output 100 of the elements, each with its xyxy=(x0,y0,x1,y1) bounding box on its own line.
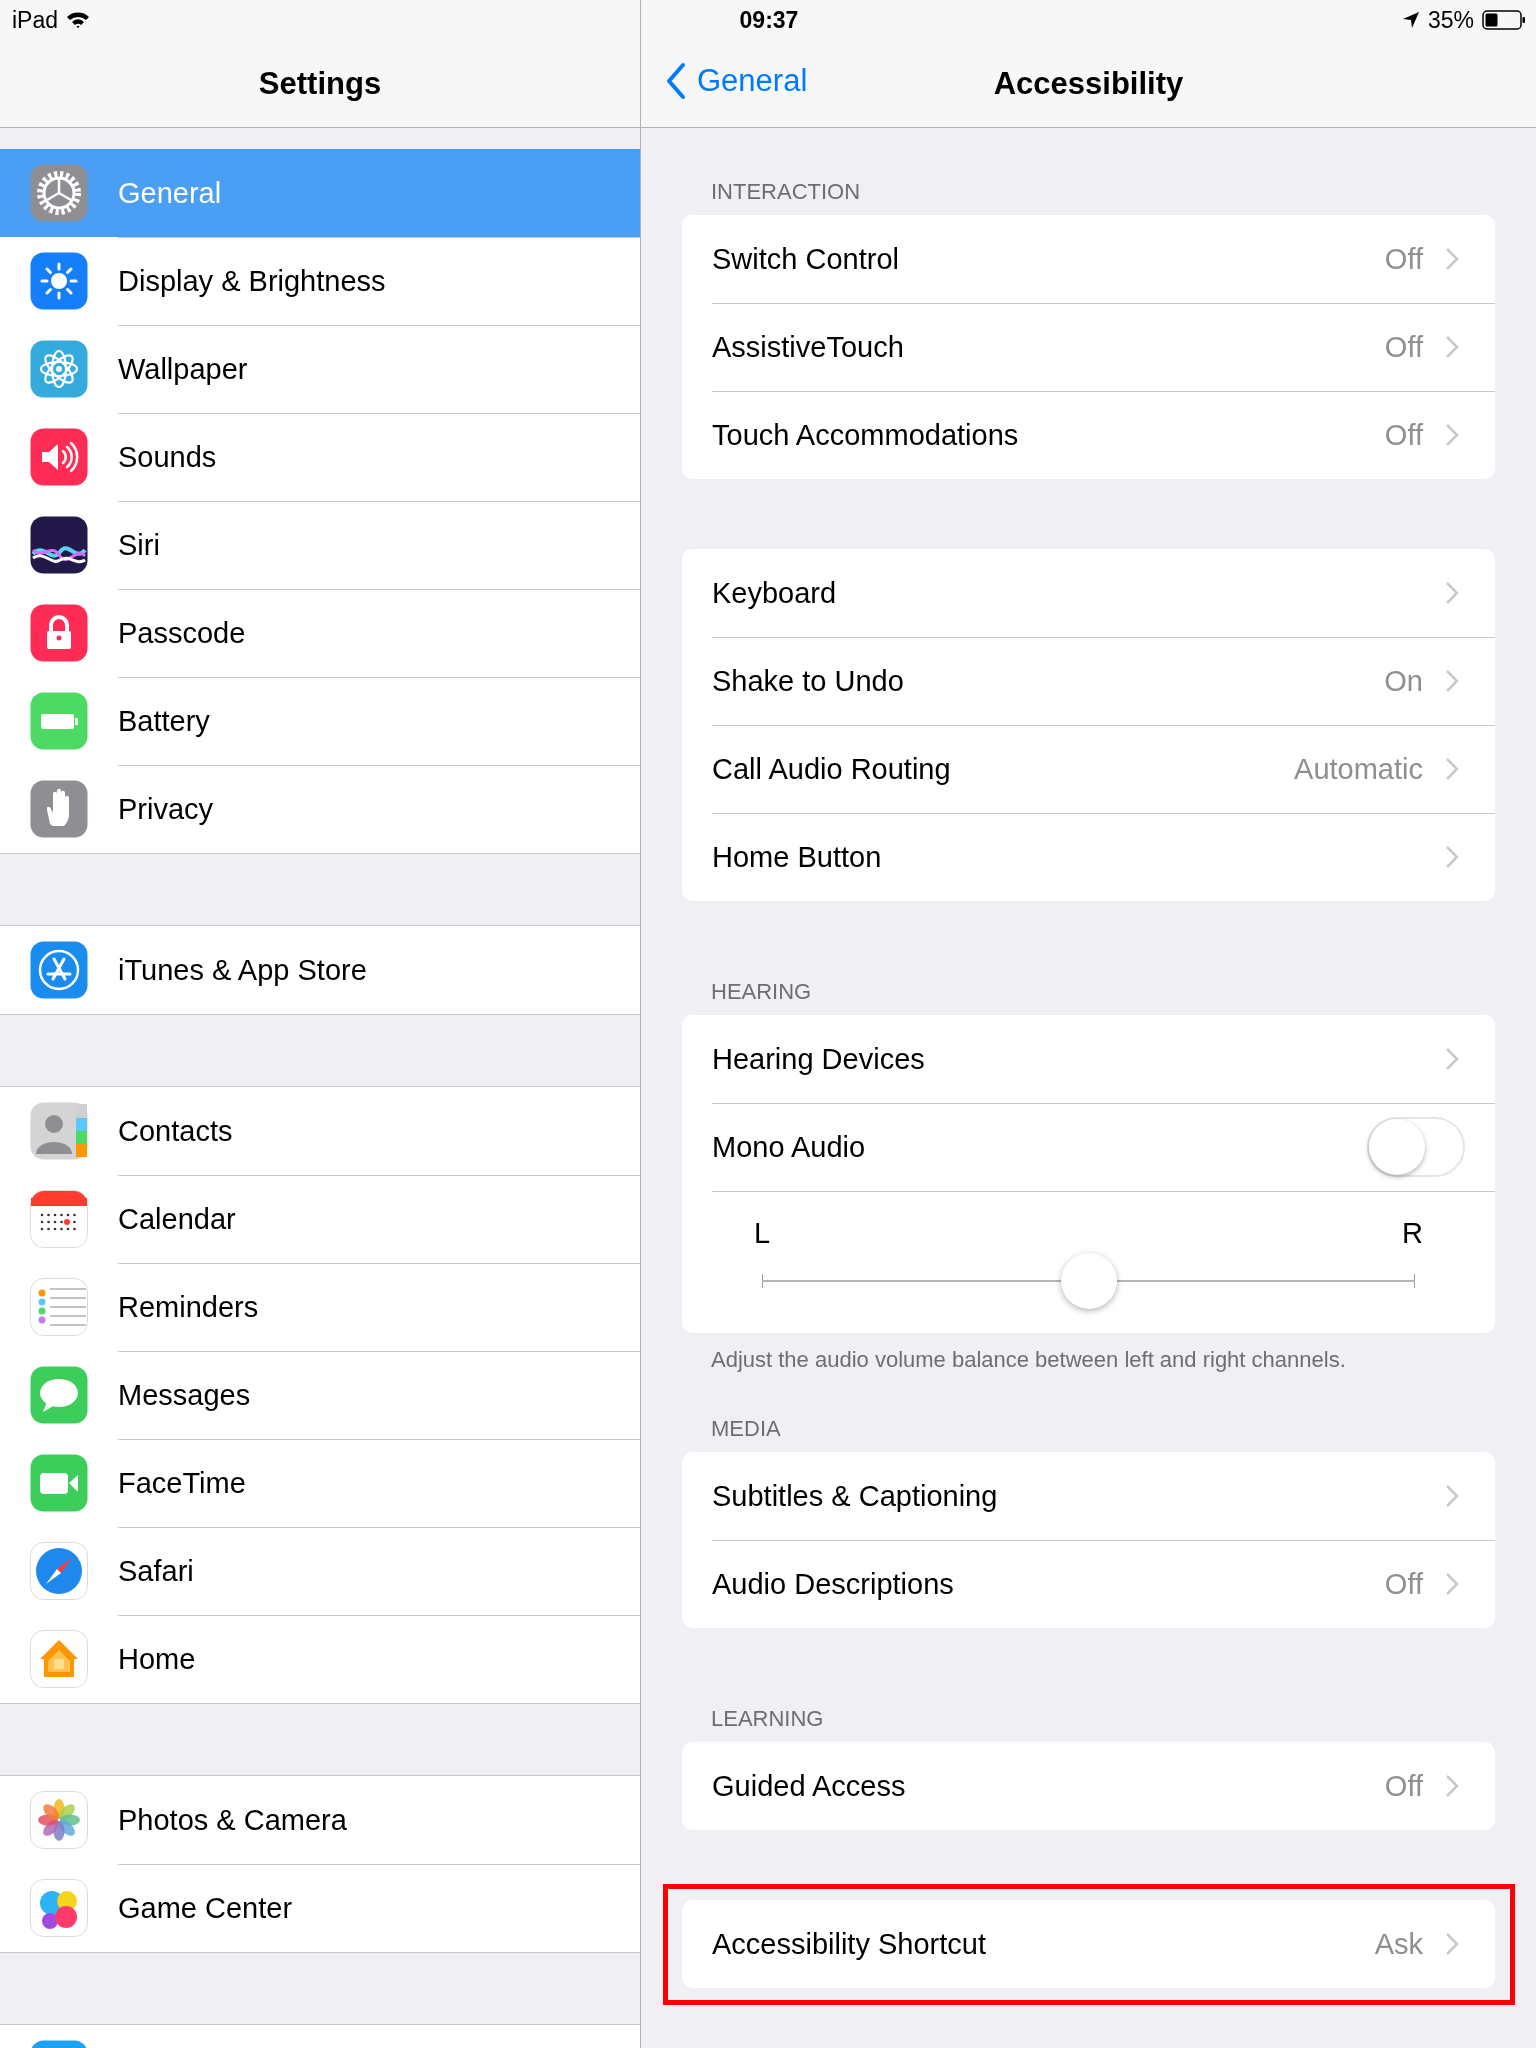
chevron-icon xyxy=(1445,581,1459,605)
chevron-icon xyxy=(1445,1932,1459,1956)
settings-row[interactable]: Guided Access Off xyxy=(682,1742,1495,1830)
settings-item[interactable]: Reminders xyxy=(0,1263,640,1351)
settings-row[interactable]: Keyboard xyxy=(682,549,1495,637)
settings-item[interactable]: Game Center xyxy=(0,1864,640,1952)
circles-icon xyxy=(30,1879,88,1937)
settings-item-label: Safari xyxy=(118,1554,194,1588)
settings-item-label: Game Center xyxy=(118,1891,293,1925)
chevron-icon xyxy=(1445,423,1459,447)
settings-row[interactable]: Call Audio Routing Automatic xyxy=(682,725,1495,813)
settings-item[interactable]: Passcode xyxy=(0,589,640,677)
chevron-icon xyxy=(1445,247,1459,271)
settings-item[interactable]: Calendar xyxy=(0,1175,640,1263)
row-value: Off xyxy=(1384,330,1423,364)
row-label: AssistiveTouch xyxy=(712,330,905,364)
settings-item[interactable]: Contacts xyxy=(0,1087,640,1175)
back-chevron-icon xyxy=(665,62,687,100)
settings-row[interactable]: Touch Accommodations Off xyxy=(682,391,1495,479)
chevron-icon xyxy=(1445,669,1459,693)
back-button[interactable]: General xyxy=(665,62,808,100)
settings-row[interactable]: Switch Control Off xyxy=(682,215,1495,303)
settings-item[interactable]: Photos & Camera xyxy=(0,1776,640,1864)
app-store-icon xyxy=(30,941,88,999)
battery-icon xyxy=(30,692,88,750)
settings-item-label: Sounds xyxy=(118,440,217,474)
row-label: Accessibility Shortcut xyxy=(712,1927,987,1961)
settings-item-label: iTunes & App Store xyxy=(118,953,367,987)
settings-item[interactable]: Messages xyxy=(0,1351,640,1439)
calendar-icon xyxy=(30,1190,88,1248)
battery-percentage: 35% xyxy=(1427,6,1474,34)
carrier-name: iPad xyxy=(12,6,59,34)
settings-item-label: Display & Brightness xyxy=(118,264,386,298)
gear-icon xyxy=(30,164,88,222)
row-label: Call Audio Routing xyxy=(712,752,952,786)
section-header: LEARNING xyxy=(711,1706,824,1732)
waves-icon xyxy=(30,516,88,574)
settings-item-label: Passcode xyxy=(118,616,246,650)
settings-row[interactable]: Hearing Devices xyxy=(682,1015,1495,1103)
settings-item-label: Privacy xyxy=(118,792,214,826)
location-arrow-icon xyxy=(1401,11,1420,29)
row-label: Mono Audio xyxy=(712,1130,867,1164)
right-channel-label: R xyxy=(1402,1217,1423,1250)
section-header: INTERACTION xyxy=(711,179,861,205)
speech-bubble-icon xyxy=(30,1366,88,1424)
settings-row[interactable]: AssistiveTouch Off xyxy=(682,303,1495,391)
row-label: Keyboard xyxy=(712,576,838,610)
row-label: Hearing Devices xyxy=(712,1042,926,1076)
chevron-icon xyxy=(1445,757,1459,781)
settings-item-label: Contacts xyxy=(118,1114,233,1148)
settings-item[interactable]: FaceTime xyxy=(0,1439,640,1527)
settings-item-label: Siri xyxy=(118,528,160,562)
settings-item[interactable]: Sounds xyxy=(0,413,640,501)
chevron-icon xyxy=(1445,1774,1459,1798)
settings-item-label: Battery xyxy=(118,704,210,738)
toggle-switch[interactable] xyxy=(1367,1117,1465,1177)
settings-item[interactable]: Wallpaper xyxy=(0,325,640,413)
settings-item[interactable]: Safari xyxy=(0,1527,640,1615)
settings-item[interactable]: Siri xyxy=(0,501,640,589)
chevron-icon xyxy=(1445,845,1459,869)
chevron-icon xyxy=(1445,1484,1459,1508)
settings-row[interactable]: Audio Descriptions Off xyxy=(682,1540,1495,1628)
settings-row[interactable]: Subtitles & Captioning xyxy=(682,1452,1495,1540)
sun-icon xyxy=(30,252,88,310)
left-channel-label: L xyxy=(754,1217,771,1250)
settings-item-label: Wallpaper xyxy=(118,352,248,386)
petals-icon xyxy=(30,1791,88,1849)
list-icon xyxy=(30,1278,88,1336)
row-value: Ask xyxy=(1374,1927,1423,1961)
settings-row[interactable]: Home Button xyxy=(682,813,1495,901)
settings-item[interactable]: iTunes & App Store xyxy=(0,926,640,1014)
settings-item[interactable]: Battery xyxy=(0,677,640,765)
section-footer: Adjust the audio volume balance between left and right channels. xyxy=(711,1347,1346,1372)
wifi-icon xyxy=(66,11,91,29)
battery-level-icon xyxy=(1482,10,1526,30)
settings-item-label: Home xyxy=(118,1642,196,1676)
lock-icon xyxy=(30,604,88,662)
navigation-title: Settings xyxy=(258,65,382,102)
settings-row[interactable]: Accessibility Shortcut Ask xyxy=(682,1900,1495,1988)
row-label: Home Button xyxy=(712,840,883,874)
settings-item[interactable]: Home xyxy=(0,1615,640,1703)
speaker-icon xyxy=(30,428,88,486)
compass-icon xyxy=(30,1542,88,1600)
contact-icon xyxy=(30,1102,88,1160)
settings-item-label: Calendar xyxy=(118,1202,236,1236)
hand-icon xyxy=(30,780,88,838)
row-value: Automatic xyxy=(1294,752,1423,786)
row-value: On xyxy=(1384,664,1423,698)
settings-item[interactable]: Privacy xyxy=(0,765,640,853)
settings-item-label: Photos & Camera xyxy=(118,1803,347,1837)
row-label: Subtitles & Captioning xyxy=(712,1479,999,1513)
navigation-title: Accessibility xyxy=(993,65,1184,102)
row-label: Audio Descriptions xyxy=(712,1567,955,1601)
row-label: Shake to Undo xyxy=(712,664,905,698)
row-value: Off xyxy=(1384,1567,1423,1601)
settings-row[interactable]: Shake to Undo On xyxy=(682,637,1495,725)
status-time: 09:37 xyxy=(739,6,799,34)
slider-thumb[interactable] xyxy=(1060,1253,1117,1309)
settings-item-label: General xyxy=(118,176,222,210)
settings-item[interactable]: Display & Brightness xyxy=(0,237,640,325)
